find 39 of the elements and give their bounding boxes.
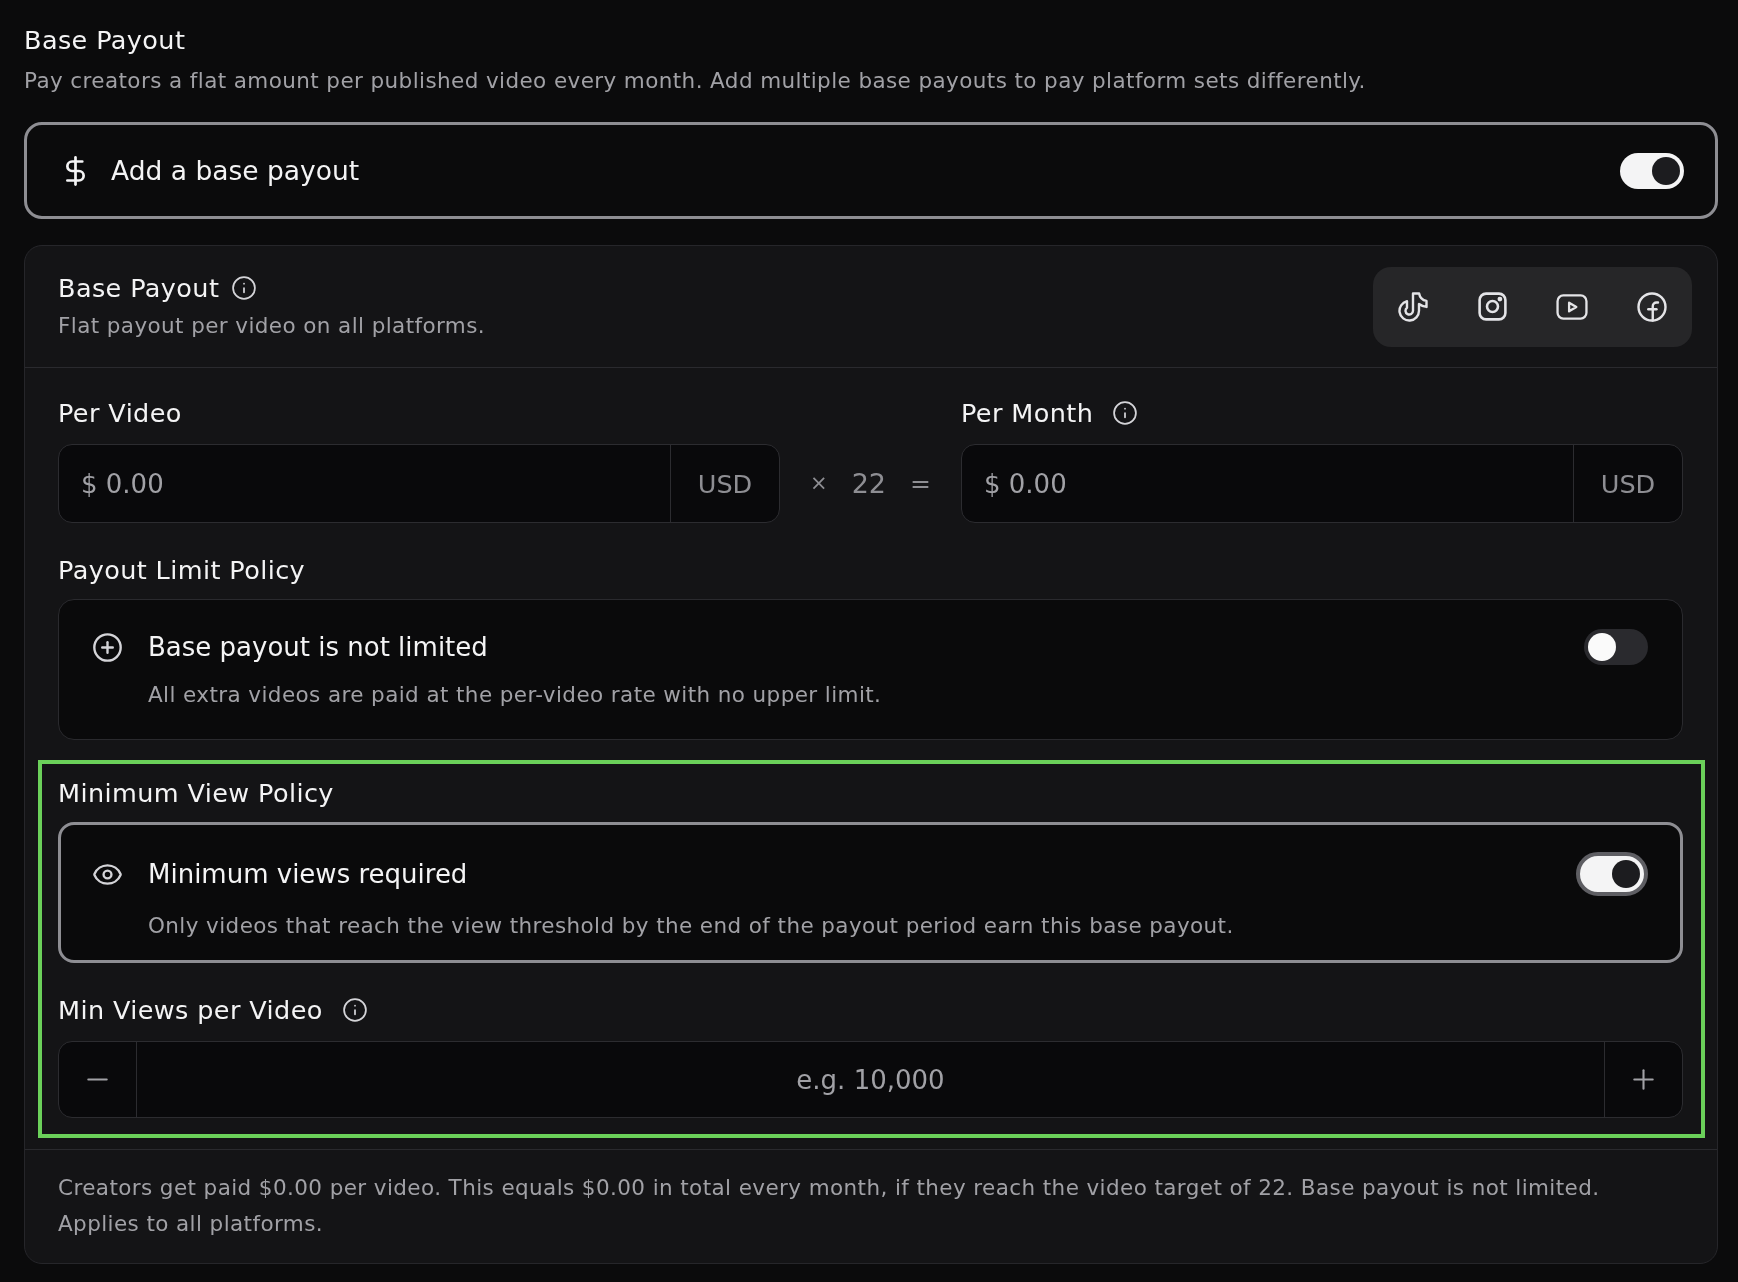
amount-input[interactable]: $ 0.00 <box>962 445 1573 522</box>
camera-icon[interactable] <box>1478 292 1508 321</box>
plus-icon <box>1633 1069 1654 1090</box>
amount-input[interactable]: $ 0.00 <box>59 445 670 522</box>
info-icon[interactable] <box>1113 401 1138 425</box>
policy-description: All extra videos are paid at the per-video rate with no upper limit. <box>148 681 883 709</box>
policy-description: Only videos that reach the view threshold by the end of the payout period earn this base payout. <box>148 912 1235 940</box>
field-label: Per Month <box>961 398 1094 428</box>
toggle-switch[interactable] <box>1584 629 1648 665</box>
multiply-sign: × <box>810 473 828 494</box>
letter-f-icon[interactable] <box>1637 291 1668 322</box>
field-label: Min Views per Video <box>58 995 323 1025</box>
policy-heading: Minimum View Policy <box>58 778 335 808</box>
policy-title: Minimum views required <box>148 858 469 890</box>
policy-heading: Payout Limit Policy <box>58 555 307 585</box>
policy-title: Base payout is not limited <box>148 631 489 663</box>
info-icon[interactable] <box>342 998 367 1022</box>
equals-sign: = <box>910 471 931 496</box>
toggle-label: Add a base payout <box>111 154 361 187</box>
amount-field[interactable]: $ 0.00 USD <box>58 444 780 523</box>
currency-label: USD <box>670 445 779 522</box>
field-label: Per Video <box>58 398 182 428</box>
amount-field[interactable]: $ 0.00 USD <box>961 444 1683 523</box>
card-title: Base Payout <box>58 273 220 303</box>
summary-text: Creators get paid $0.00 per video. This equals $0.00 in total every month, if they reach the video target of 22. Base payout is not limited. Applies to all platforms. <box>58 1174 1601 1238</box>
toggle-switch[interactable] <box>1576 852 1648 896</box>
info-icon[interactable] <box>232 276 257 300</box>
play-icon[interactable] <box>1556 293 1589 320</box>
card-subtitle: Flat payout per video on all platforms. <box>58 312 486 340</box>
plus-circle-icon <box>93 632 122 662</box>
minus-icon <box>87 1078 108 1081</box>
section-description: Pay creators a flat amount per published video every month. Add multiple base payouts to pay platform sets differently. <box>24 67 1367 95</box>
music-note-icon[interactable] <box>1397 291 1428 322</box>
dollar-icon <box>66 155 85 186</box>
toggle-switch[interactable] <box>1620 152 1684 189</box>
multiplier-value: 22 <box>851 470 886 497</box>
section-title: Base Payout <box>24 25 187 55</box>
currency-label: USD <box>1573 445 1682 522</box>
eye-icon <box>93 863 122 885</box>
